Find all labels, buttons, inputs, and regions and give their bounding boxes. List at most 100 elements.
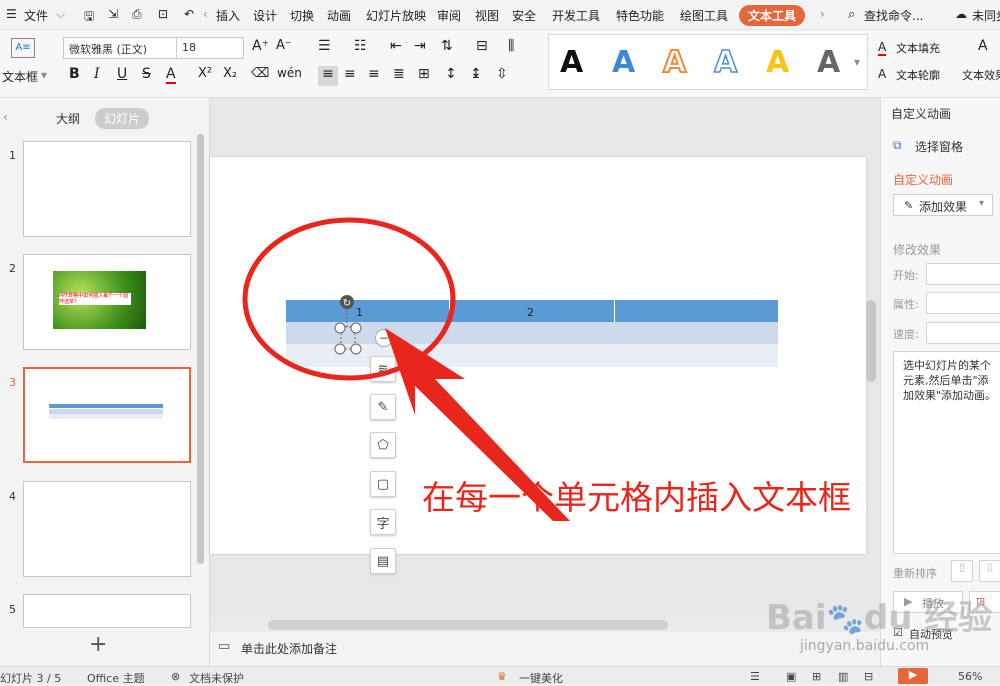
style-black-a[interactable]: A — [560, 45, 583, 80]
panel-title-dropdown[interactable]: 自定义动画 — [891, 105, 951, 122]
bullet-list-icon[interactable]: ☰ — [318, 38, 331, 54]
shrink-font-icon[interactable]: A⁻ — [276, 38, 292, 53]
move-up-icon[interactable]: ⇧ — [951, 560, 973, 582]
notes-view-icon[interactable]: ☰ — [750, 670, 760, 683]
align-left-icon[interactable]: ≡ — [318, 66, 338, 86]
scroll-right-icon[interactable]: › — [820, 7, 825, 21]
notes-placeholder[interactable]: 单击此处添加备注 — [241, 640, 337, 657]
zoom-level[interactable]: 56% — [958, 670, 982, 683]
slide-thumbnail-2[interactable]: PPT表格中如何插入每个一个圆环选单? — [23, 254, 191, 350]
property-select[interactable] — [926, 292, 1000, 314]
underline-icon[interactable]: U — [117, 66, 127, 82]
columns-icon[interactable]: ⫼ — [508, 38, 514, 54]
tab-design[interactable]: 设计 — [253, 7, 277, 24]
font-size-select[interactable]: 18 — [176, 37, 244, 59]
tab-review[interactable]: 审阅 — [437, 7, 461, 24]
distribute-icon[interactable]: ⊞ — [418, 66, 430, 82]
collapse-panel-icon[interactable]: ‹ — [3, 110, 8, 124]
slide-thumbnail-3[interactable] — [23, 367, 191, 463]
line-spacing-icon[interactable]: ↕ — [445, 66, 457, 82]
sync-status[interactable]: 未同步 — [972, 7, 1000, 24]
textbox-format-icon[interactable]: ▤ — [370, 548, 396, 574]
font-color-icon[interactable]: A — [166, 66, 176, 84]
slide-thumbnail-4[interactable] — [23, 481, 191, 577]
number-list-icon[interactable]: ☷ — [354, 38, 367, 54]
gallery-scroll-icon[interactable]: ▾ — [854, 55, 860, 69]
text-effect-button[interactable]: 文本效果 — [962, 67, 1000, 83]
undo-icon[interactable]: ↶ — [184, 7, 194, 21]
superscript-icon[interactable]: X² — [198, 66, 212, 81]
style-blue-outline-a[interactable]: A — [713, 44, 738, 81]
tab-insert[interactable]: 插入 — [216, 7, 240, 24]
sorter-view-icon[interactable]: ⊞ — [812, 670, 821, 683]
textbox-button[interactable]: 文本框 — [2, 68, 38, 85]
add-slide-button[interactable]: + — [89, 632, 107, 657]
tab-security[interactable]: 安全 — [512, 7, 536, 24]
textbox-icon[interactable]: A≡ — [11, 38, 35, 58]
text-fill-icon[interactable]: A — [878, 40, 887, 56]
italic-icon[interactable]: I — [94, 66, 100, 82]
tab-slides[interactable]: 幻灯片 — [95, 108, 150, 129]
tab-features[interactable]: 特色功能 — [616, 7, 664, 24]
tab-slideshow[interactable]: 幻灯片放映 — [366, 7, 426, 24]
tab-developer[interactable]: 开发工具 — [552, 7, 600, 24]
phonetic-icon[interactable]: wén — [277, 66, 302, 80]
play-slideshow-icon[interactable]: ▶ — [898, 668, 928, 684]
vertical-scrollbar[interactable] — [866, 300, 876, 382]
animation-list[interactable]: 选中幻灯片的某个元素,然后单击"添加效果"添加动画。 — [893, 351, 1000, 554]
chevron-down-icon[interactable]: ⌵ — [56, 7, 65, 22]
search-icon[interactable]: ⌕ — [848, 7, 855, 22]
tab-view[interactable]: 视图 — [475, 7, 499, 24]
select-pane-link[interactable]: 选择窗格 — [915, 138, 963, 155]
menu-icon[interactable]: ☰ — [6, 7, 17, 21]
add-effect-button[interactable]: ✎ 添加效果 ▾ — [893, 194, 993, 216]
decrease-indent-icon[interactable]: ⇤ — [390, 38, 402, 54]
style-blue-a[interactable]: A — [612, 45, 635, 80]
thumbnail-scrollbar[interactable] — [197, 134, 204, 564]
format-painter-icon[interactable]: ⇲ — [108, 7, 118, 21]
strikethrough-icon[interactable]: S — [142, 66, 151, 82]
preview-icon[interactable]: ⊡ — [158, 7, 168, 21]
align-right-icon[interactable]: ≡ — [368, 66, 380, 82]
text-fill-button[interactable]: 文本填充 — [896, 40, 940, 56]
print-icon[interactable]: ⎙ — [132, 7, 142, 22]
reading-view-icon[interactable]: ▥ — [838, 670, 848, 683]
justify-icon[interactable]: ≣ — [393, 66, 405, 82]
text-direction-icon[interactable]: ⇅ — [441, 38, 453, 54]
search-command[interactable]: 查找命令... — [864, 7, 923, 24]
chevron-down-icon[interactable]: ▾ — [41, 68, 47, 82]
presenter-view-icon[interactable]: ⊟ — [864, 670, 873, 683]
move-down-icon[interactable]: ⇩ — [979, 560, 1000, 582]
save-icon[interactable]: 🖫 — [84, 7, 94, 28]
align-center-icon[interactable]: ≡ — [344, 66, 356, 82]
tab-drawing-tools[interactable]: 绘图工具 — [680, 7, 728, 24]
style-yellow-a[interactable]: A — [766, 45, 789, 80]
style-orange-outline-a[interactable]: A — [662, 44, 687, 81]
horizontal-scrollbar[interactable] — [268, 620, 668, 630]
increase-indent-icon[interactable]: ⇥ — [414, 38, 426, 54]
start-select[interactable] — [926, 263, 1000, 285]
tab-transition[interactable]: 切换 — [290, 7, 314, 24]
transform-icon[interactable]: A — [978, 38, 988, 54]
slide-thumbnail-1[interactable] — [23, 141, 191, 237]
file-menu[interactable]: 文件 — [24, 7, 48, 24]
grow-font-icon[interactable]: A⁺ — [252, 38, 269, 54]
slide-thumbnail-5[interactable] — [23, 594, 191, 628]
align-text-icon[interactable]: ⊟ — [476, 38, 488, 54]
paragraph-spacing-icon[interactable]: ↨ — [470, 66, 482, 82]
text-outline-icon[interactable]: A — [878, 67, 886, 81]
font-name-select[interactable]: 微软雅黑 (正文) — [63, 37, 178, 59]
tab-outline[interactable]: 大纲 — [56, 110, 80, 127]
scroll-left-icon[interactable]: ‹ — [203, 7, 208, 21]
tab-text-tools[interactable]: 文本工具 — [739, 5, 806, 26]
normal-view-icon[interactable]: ▣ — [786, 670, 796, 683]
text-outline-button[interactable]: 文本轮廓 — [896, 67, 940, 83]
speed-select[interactable] — [926, 322, 1000, 344]
tab-animation[interactable]: 动画 — [327, 7, 351, 24]
style-gray-a[interactable]: A — [817, 45, 840, 80]
subscript-icon[interactable]: X₂ — [223, 66, 237, 81]
spacing-options-icon[interactable]: ⇳ — [496, 66, 508, 82]
cloud-icon[interactable]: ☁ — [955, 7, 967, 21]
bold-icon[interactable]: B — [69, 66, 80, 82]
eraser-icon[interactable]: ⌫ — [251, 66, 269, 81]
